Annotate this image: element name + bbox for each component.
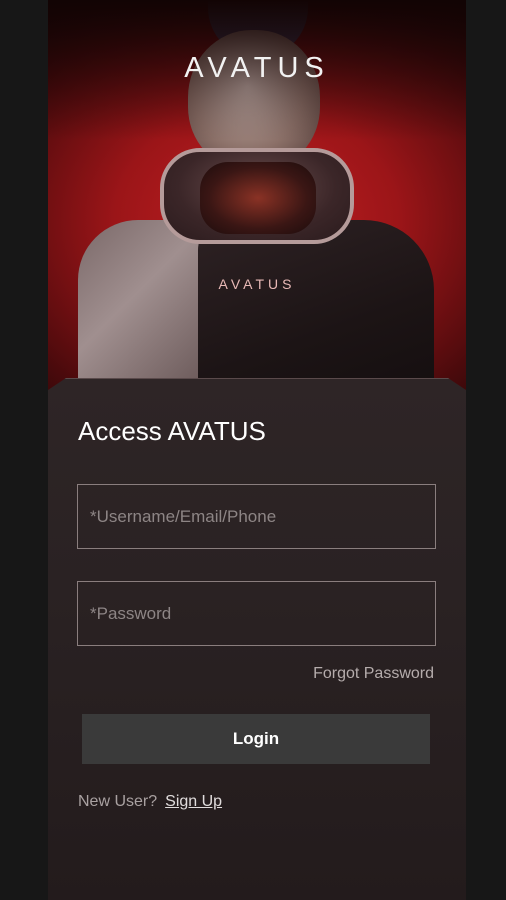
panel-edge bbox=[48, 378, 466, 390]
jacket-body bbox=[198, 220, 434, 400]
right-backdrop bbox=[466, 0, 506, 900]
jacket-logo-print: AVATUS bbox=[218, 276, 296, 292]
app-frame: AVATUS AVATUS Access AVATUS Forgot Passw… bbox=[48, 0, 466, 900]
hero-banner: AVATUS AVATUS bbox=[48, 0, 466, 400]
login-button[interactable]: Login bbox=[82, 714, 430, 764]
password-input[interactable] bbox=[77, 581, 436, 646]
left-backdrop bbox=[0, 0, 48, 900]
character-mask bbox=[200, 162, 316, 234]
brand-logo: AVATUS bbox=[184, 52, 330, 84]
forgot-password-link[interactable]: Forgot Password bbox=[313, 665, 434, 683]
signup-row: New User? Sign Up bbox=[78, 793, 222, 811]
username-input[interactable] bbox=[77, 484, 436, 549]
page-title: Access AVATUS bbox=[78, 416, 266, 446]
signup-link[interactable]: Sign Up bbox=[165, 793, 222, 810]
new-user-label: New User? bbox=[78, 793, 158, 810]
